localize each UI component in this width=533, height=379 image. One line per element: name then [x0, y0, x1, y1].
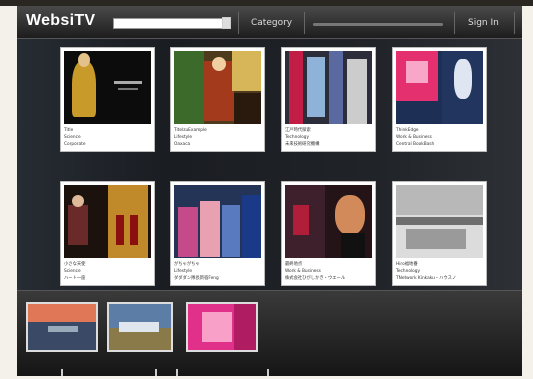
video-thumbnail[interactable]: [285, 185, 372, 258]
search-input[interactable]: [113, 18, 231, 29]
app-logo: WebsiTV: [26, 12, 96, 29]
zoom-slider[interactable]: [313, 23, 443, 26]
video-author: Corporate: [64, 142, 86, 147]
video-grid: Title Science Corporate TitelzuExample L…: [17, 39, 522, 290]
video-title: 小さな天使: [64, 262, 86, 267]
search-icon[interactable]: [222, 17, 231, 29]
video-category: Work & Business: [396, 135, 432, 140]
video-author: 株式会社ひがしかき・ウエール: [285, 276, 346, 281]
video-thumbnail[interactable]: [396, 185, 483, 258]
video-author: Central BookBash: [396, 142, 435, 147]
header-bar: WebsiTV Category Sign In: [17, 6, 522, 39]
video-title: 最終地点: [285, 262, 303, 267]
video-title: TitelzuExample: [174, 128, 207, 133]
video-title: Title: [64, 128, 74, 133]
video-author: ハート一座: [64, 276, 86, 281]
video-author: 未来技術研究機構: [285, 142, 320, 147]
video-card[interactable]: 江戸時代探索 Technology 未来技術研究機構: [281, 47, 376, 152]
video-card[interactable]: ThinkEdge Work & Business Central BookBa…: [392, 47, 487, 152]
video-category: Technology: [396, 269, 421, 274]
playlist-divider: [61, 369, 63, 376]
video-thumbnail[interactable]: [64, 185, 151, 258]
video-card[interactable]: がちゃがちゃ Lifestyle ダダダン隊長新宿Feng: [170, 181, 265, 286]
video-category: Science: [64, 269, 81, 274]
video-thumbnail[interactable]: [174, 185, 261, 258]
header-separator: [304, 12, 305, 34]
playlist-divider: [155, 369, 157, 376]
video-category: Lifestyle: [174, 135, 193, 140]
video-category: Lifestyle: [174, 269, 193, 274]
video-category: Work & Business: [285, 269, 321, 274]
video-author: ダダダン隊長新宿Feng: [174, 276, 219, 281]
video-card[interactable]: TitelzuExample Lifestyle Oaxaca: [170, 47, 265, 152]
video-thumbnail[interactable]: [174, 51, 261, 124]
playlist-thumbnail[interactable]: [186, 302, 258, 352]
browser-frame: WebsiTV Category Sign In Title Science C…: [0, 0, 533, 379]
video-thumbnail[interactable]: [64, 51, 151, 124]
video-card[interactable]: 最終地点 Work & Business 株式会社ひがしかき・ウエール: [281, 181, 376, 286]
video-author: Oaxaca: [174, 142, 191, 147]
header-separator: [514, 12, 515, 34]
video-card[interactable]: Hiro福地番 Technology TNetwork Kinkaku・ハウスノ: [392, 181, 487, 286]
video-category: Science: [64, 135, 81, 140]
playlist-thumbnail[interactable]: [26, 302, 98, 352]
video-author: TNetwork Kinkaku・ハウスノ: [396, 276, 457, 281]
playlist-divider: [267, 369, 269, 376]
video-category: Technology: [285, 135, 310, 140]
header-separator: [454, 12, 455, 34]
video-title: がちゃがちゃ: [174, 262, 200, 267]
video-title: Hiro福地番: [396, 262, 418, 267]
video-title: ThinkEdge: [396, 128, 419, 133]
app-screen: WebsiTV Category Sign In Title Science C…: [17, 6, 522, 376]
category-button[interactable]: Category: [251, 18, 292, 28]
video-card[interactable]: 小さな天使 Science ハート一座: [60, 181, 155, 286]
playlist-bar: [17, 290, 522, 376]
playlist-thumbnail[interactable]: [107, 302, 173, 352]
video-thumbnail[interactable]: [285, 51, 372, 124]
sign-in-button[interactable]: Sign In: [468, 18, 499, 28]
header-separator: [238, 12, 239, 34]
video-card[interactable]: Title Science Corporate: [60, 47, 155, 152]
video-thumbnail[interactable]: [396, 51, 483, 124]
playlist-divider: [176, 369, 178, 376]
video-title: 江戸時代探索: [285, 128, 311, 133]
